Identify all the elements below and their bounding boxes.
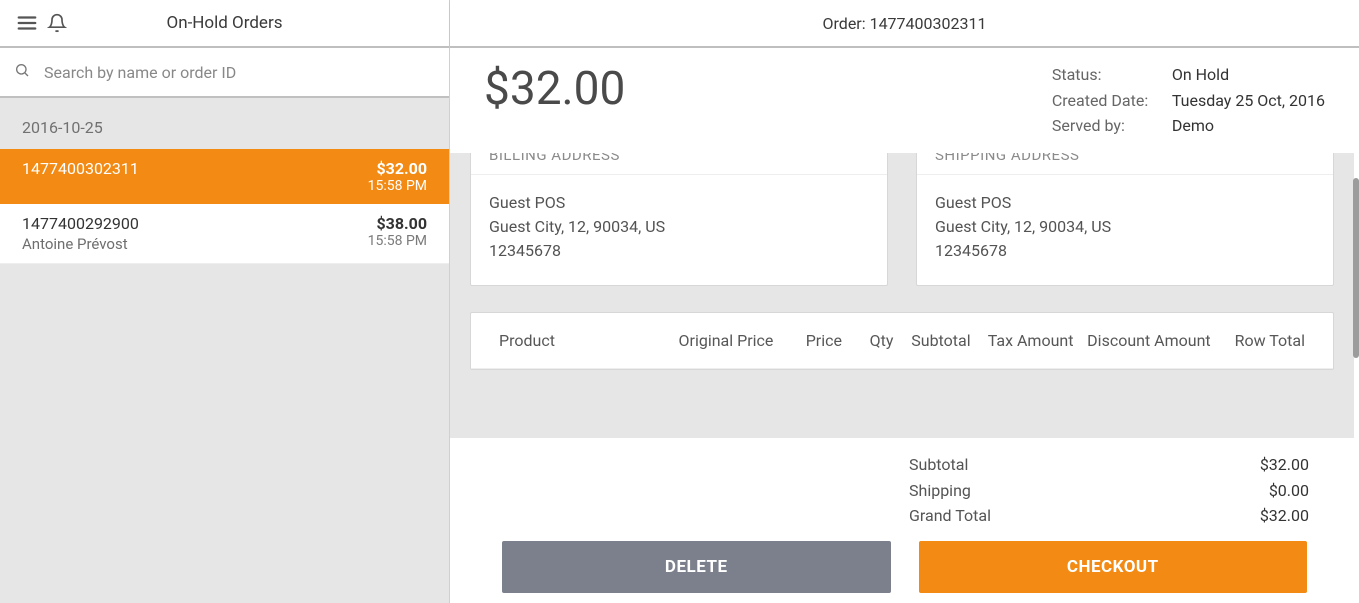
order-bottom: Subtotal $32.00 Shipping $0.00 Grand Tot… <box>450 438 1359 603</box>
search-bar <box>0 48 449 98</box>
search-icon <box>14 62 30 82</box>
bell-icon[interactable] <box>42 8 72 38</box>
order-scroll-region[interactable]: BILLING ADDRESS Guest POS Guest City, 12… <box>450 153 1354 438</box>
left-empty-area <box>0 264 449 603</box>
order-price: $38.00 <box>368 214 427 233</box>
shipping-card: SHIPPING ADDRESS Guest POS Guest City, 1… <box>916 153 1334 286</box>
shipping-name: Guest POS <box>935 191 1315 215</box>
created-label: Created Date: <box>1052 88 1152 114</box>
order-customer: Antoine Prévost <box>22 235 139 253</box>
th-original-price: Original Price <box>670 331 773 350</box>
checkout-button[interactable]: CHECKOUT <box>919 541 1308 593</box>
date-group-header: 2016-10-25 <box>0 98 449 149</box>
served-value: Demo <box>1172 113 1322 139</box>
order-id: 1477400302311 <box>22 159 139 180</box>
billing-title: BILLING ADDRESS <box>471 153 887 175</box>
left-header: On-Hold Orders <box>0 0 449 48</box>
order-id: 1477400292900 <box>22 214 139 235</box>
th-tax: Tax Amount <box>971 331 1074 350</box>
order-list-item[interactable]: 1477400302311 $32.00 15:58 PM <box>0 149 449 204</box>
shipping-line: Guest City, 12, 90034, US <box>935 215 1315 239</box>
order-total: $32.00 <box>484 62 625 116</box>
served-label: Served by: <box>1052 113 1152 139</box>
order-time: 15:58 PM <box>368 178 427 194</box>
th-product: Product <box>499 331 670 350</box>
grand-value: $32.00 <box>1260 503 1309 529</box>
left-title: On-Hold Orders <box>72 13 377 33</box>
delete-button[interactable]: DELETE <box>502 541 891 593</box>
billing-phone: 12345678 <box>489 239 869 263</box>
th-qty: Qty <box>842 331 893 350</box>
subtotal-label: Subtotal <box>909 452 968 478</box>
search-input[interactable] <box>44 63 435 82</box>
status-value: On Hold <box>1172 62 1322 88</box>
order-time: 15:58 PM <box>368 233 427 249</box>
th-subtotal: Subtotal <box>893 331 970 350</box>
order-meta: Status: On Hold Created Date: Tuesday 25… <box>1052 62 1325 139</box>
billing-name: Guest POS <box>489 191 869 215</box>
items-table: Product Original Price Price Qty Subtota… <box>470 312 1334 370</box>
scrollbar-thumb[interactable] <box>1353 178 1359 358</box>
created-value: Tuesday 25 Oct, 2016 <box>1172 88 1325 114</box>
shipping-label: Shipping <box>909 478 971 504</box>
shipping-phone: 12345678 <box>935 239 1315 263</box>
order-summary: $32.00 Status: On Hold Created Date: Tue… <box>450 48 1359 153</box>
order-header: Order: 1477400302311 <box>450 0 1359 48</box>
th-discount: Discount Amount <box>1073 331 1210 350</box>
menu-icon[interactable] <box>12 8 42 38</box>
shipping-value: $0.00 <box>1269 478 1309 504</box>
subtotal-value: $32.00 <box>1260 452 1309 478</box>
th-row-total: Row Total <box>1211 331 1305 350</box>
grand-label: Grand Total <box>909 503 991 529</box>
left-panel: On-Hold Orders 2016-10-25 1477400302311 … <box>0 0 450 603</box>
status-label: Status: <box>1052 62 1152 88</box>
order-list-item[interactable]: 1477400292900 Antoine Prévost $38.00 15:… <box>0 204 449 264</box>
billing-line: Guest City, 12, 90034, US <box>489 215 869 239</box>
shipping-title: SHIPPING ADDRESS <box>917 153 1333 175</box>
th-price: Price <box>773 331 842 350</box>
right-panel: Order: 1477400302311 $32.00 Status: On H… <box>450 0 1359 603</box>
order-price: $32.00 <box>368 159 427 178</box>
totals-block: Subtotal $32.00 Shipping $0.00 Grand Tot… <box>909 452 1309 529</box>
billing-card: BILLING ADDRESS Guest POS Guest City, 12… <box>470 153 888 286</box>
